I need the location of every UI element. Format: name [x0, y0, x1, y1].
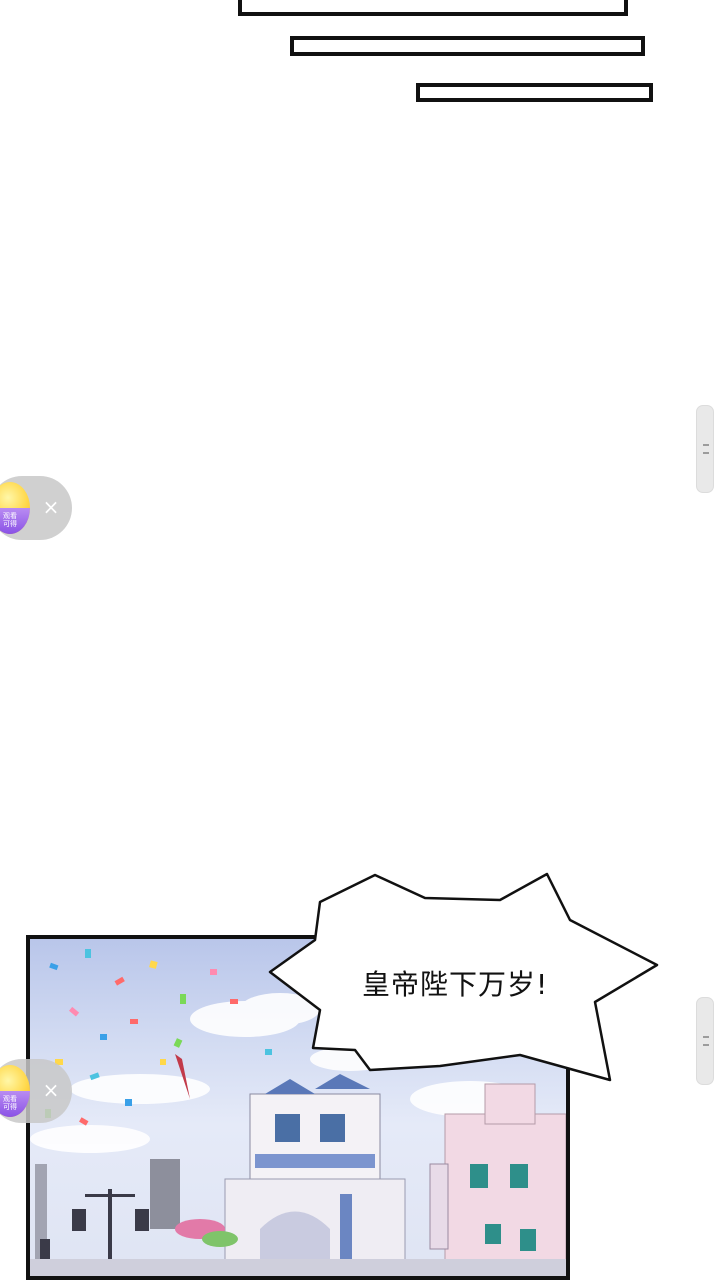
- coin-reward-icon[interactable]: 观看 可得: [0, 1065, 30, 1117]
- coin-reward-icon[interactable]: 观看 可得: [0, 482, 30, 534]
- reward-widget[interactable]: 观看 可得 ×: [0, 1059, 72, 1123]
- scroll-handle[interactable]: [696, 405, 714, 493]
- reward-widget[interactable]: 观看 可得 ×: [0, 476, 72, 540]
- coin-label: 观看 可得: [0, 1091, 30, 1117]
- drag-grip-icon: [703, 1036, 709, 1038]
- comic-reader-page: 皇帝陛下万岁! 观看 可得 × 观看 可得 ×: [0, 0, 720, 1280]
- caption-box: [416, 83, 653, 102]
- caption-box: [238, 0, 628, 16]
- drag-grip-icon: [703, 444, 709, 446]
- speech-bubble-text: 皇帝陛下万岁!: [362, 968, 549, 1001]
- drag-grip-icon: [703, 1044, 709, 1046]
- caption-box: [290, 36, 645, 56]
- close-icon[interactable]: ×: [40, 1079, 62, 1101]
- scroll-handle[interactable]: [696, 997, 714, 1085]
- close-icon[interactable]: ×: [40, 496, 62, 518]
- drag-grip-icon: [703, 452, 709, 454]
- coin-label: 观看 可得: [0, 508, 30, 534]
